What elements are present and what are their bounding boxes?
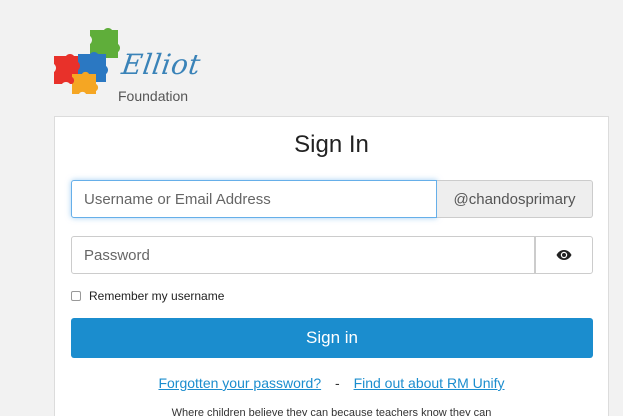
puzzle-logo-icon — [54, 28, 120, 94]
signin-button[interactable]: Sign in — [71, 318, 593, 358]
page-title: Sign In — [294, 131, 369, 158]
forgot-password-link[interactable]: Forgotten your password? — [158, 375, 321, 391]
username-row: @chandosprimary — [71, 180, 593, 218]
link-separator: - — [335, 375, 340, 391]
eye-icon — [556, 250, 572, 260]
login-page: Elliot Foundation Sign In @chandosprimar… — [0, 0, 623, 416]
signin-card: Sign In @chandosprimary Remember my user… — [54, 116, 609, 416]
password-input[interactable] — [71, 236, 535, 274]
elliot-foundation-logo: Elliot Foundation — [50, 26, 203, 110]
remember-label: Remember my username — [89, 289, 225, 303]
password-row — [71, 236, 593, 274]
rm-unify-link[interactable]: Find out about RM Unify — [354, 375, 505, 391]
help-links: Forgotten your password? - Find out abou… — [55, 375, 608, 391]
logo-sub-text: Foundation — [118, 88, 189, 104]
domain-suffix: @chandosprimary — [437, 180, 593, 218]
remember-username[interactable]: Remember my username — [71, 289, 224, 303]
show-password-button[interactable] — [535, 236, 593, 274]
logo-script-text: Elliot — [119, 48, 203, 81]
remember-checkbox[interactable] — [71, 291, 81, 301]
username-input[interactable] — [71, 180, 437, 218]
tagline: Where children believe they can because … — [171, 407, 492, 416]
